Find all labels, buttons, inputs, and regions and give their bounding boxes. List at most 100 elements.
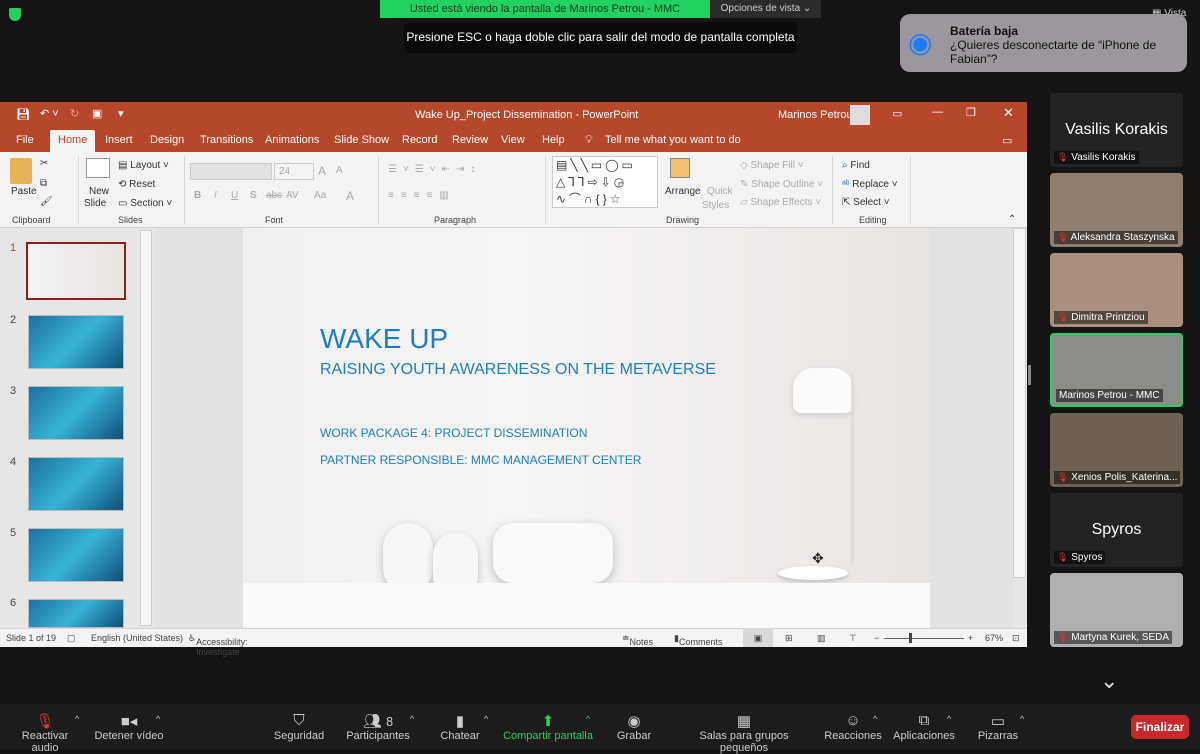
tab-file[interactable]: File	[16, 134, 34, 146]
participant-tile[interactable]: 🎙︎ Aleksandra Staszynska	[1050, 173, 1183, 247]
slide-thumbnail-4[interactable]	[28, 457, 124, 511]
restore-icon[interactable]: ❐	[966, 106, 976, 119]
accessibility-status[interactable]: ♿︎ Accessibility: Investigate	[188, 633, 248, 657]
reading-view-button[interactable]: ▥	[817, 633, 826, 644]
slide-title[interactable]: WAKE UP	[320, 323, 448, 355]
spell-check-icon[interactable]: ▢	[67, 633, 76, 644]
new-slide-icon[interactable]	[86, 158, 110, 178]
tab-slide-show[interactable]: Slide Show	[334, 134, 389, 146]
whiteboards-caret[interactable]: ^	[1020, 714, 1024, 724]
zoom-slider[interactable]	[884, 638, 964, 639]
slideshow-button[interactable]: ⊤	[849, 633, 857, 644]
arrange-button[interactable]: Arrange	[665, 186, 701, 197]
slide-sorter-button[interactable]: ⊞	[785, 633, 793, 644]
slide-thumbnail-1[interactable]	[26, 242, 126, 300]
tab-animations[interactable]: Animations	[265, 134, 319, 146]
minimize-icon[interactable]: —	[932, 106, 943, 118]
shape-outline-button[interactable]: ✎ Shape Outline ˅	[740, 179, 823, 190]
select-button[interactable]: ⇱ Select ˅	[842, 197, 890, 208]
strikethrough-icon[interactable]: abc	[266, 190, 282, 201]
layout-button[interactable]: ▤ Layout ˅	[118, 160, 169, 171]
security-button[interactable]: ⛉ Seguridad	[272, 712, 326, 742]
zoom-slider-thumb[interactable]	[909, 633, 912, 643]
italic-button[interactable]: I	[214, 190, 217, 201]
bold-button[interactable]: B	[194, 190, 201, 201]
quick-styles-button[interactable]: Quick	[707, 186, 733, 197]
tab-view[interactable]: View	[501, 134, 525, 146]
breakout-rooms-button[interactable]: ▦ Salas para grupos pequeños	[674, 712, 814, 754]
participant-tile[interactable]: 🎙︎ Martyna Kurek, SEDA	[1050, 573, 1183, 647]
font-size-input[interactable]: 24	[274, 163, 314, 180]
reset-button[interactable]: ⟲ Reset	[118, 179, 155, 190]
cut-icon[interactable]: ✂	[40, 158, 48, 169]
whiteboards-button[interactable]: ▭ Pizarras	[974, 712, 1022, 742]
shrink-font-button[interactable]: A	[336, 165, 343, 176]
apps-caret[interactable]: ^	[947, 714, 951, 724]
close-icon[interactable]: ✕	[1003, 105, 1014, 121]
tab-review[interactable]: Review	[452, 134, 488, 146]
participant-tile[interactable]: Vasilis Korakis 🎙︎ Vasilis Korakis	[1050, 93, 1183, 167]
record-button[interactable]: ◉ Grabar	[612, 712, 656, 742]
copy-icon[interactable]: ⧉	[40, 178, 47, 189]
stop-video-button[interactable]: ■◂ Detener vídeo	[94, 712, 164, 742]
tab-insert[interactable]: Insert	[105, 134, 133, 146]
paste-icon[interactable]	[10, 158, 32, 184]
participant-tile-active-speaker[interactable]: Marinos Petrou - MMC	[1050, 333, 1183, 407]
unmute-button[interactable]: 🎙︎ Reactivar audio	[8, 712, 82, 754]
audio-options-caret[interactable]: ^	[75, 714, 79, 724]
tell-me-search[interactable]: Tell me what you want to do	[605, 134, 741, 146]
user-name[interactable]: Marinos Petrou	[778, 109, 853, 121]
grow-font-button[interactable]: A	[318, 164, 326, 178]
align-buttons[interactable]: ≡≡≡≡▥	[388, 190, 456, 201]
participants-caret[interactable]: ^	[410, 714, 414, 724]
slide-scrollbar[interactable]	[1013, 228, 1026, 578]
reactions-caret[interactable]: ^	[873, 714, 877, 724]
slide-line-1[interactable]: WORK PACKAGE 4: PROJECT DISSEMINATION	[320, 426, 587, 440]
list-buttons[interactable]: ☰˅☰˅⇤⇥↕	[388, 164, 481, 175]
shapes-gallery[interactable]: ▤╲╲▭◯▭ △⅂⅂⇨⇩◶ ∿⌒∩{}☆	[552, 156, 658, 208]
replace-button[interactable]: ᵃᵇ Replace ˅	[842, 179, 898, 190]
tab-record[interactable]: Record	[402, 134, 437, 146]
format-painter-icon[interactable]: 🖌︎	[40, 196, 53, 207]
save-icon[interactable]: 💾︎	[16, 108, 30, 121]
participants-button[interactable]: 👥︎ 8 Participantes	[345, 712, 411, 742]
underline-button[interactable]: U	[231, 190, 238, 201]
language-status[interactable]: English (United States)	[91, 633, 183, 643]
comments-icon[interactable]: ▭	[1002, 134, 1012, 147]
avatar[interactable]	[850, 105, 870, 125]
new-slide-button[interactable]: New	[89, 186, 109, 197]
slide-subtitle[interactable]: RAISING YOUTH AWARENESS ON THE METAVERSE	[320, 361, 716, 379]
collapse-ribbon-icon[interactable]: ⌃	[1008, 214, 1016, 225]
battery-notification[interactable]: ◉ Batería baja ¿Quieres desconectarte de…	[900, 14, 1187, 72]
tab-help[interactable]: Help	[542, 134, 565, 146]
tab-transitions[interactable]: Transitions	[200, 134, 253, 146]
ribbon-display-icon[interactable]: ▭	[892, 107, 902, 120]
present-icon[interactable]: ▣	[92, 107, 102, 120]
section-button[interactable]: ▭ Section ˅	[118, 198, 172, 209]
font-name-input[interactable]	[190, 163, 272, 180]
change-case-button[interactable]: Aa	[314, 190, 326, 201]
undo-icon[interactable]: ↶ ˅	[40, 107, 59, 120]
fit-to-window-icon[interactable]: ⊡	[1012, 633, 1020, 644]
zoom-in-button[interactable]: +	[968, 633, 973, 643]
normal-view-button[interactable]: ▣	[743, 629, 773, 647]
view-options-button[interactable]: Opciones de vista ⌄	[711, 0, 821, 18]
end-meeting-button[interactable]: Finalizar	[1131, 715, 1189, 739]
share-caret[interactable]: ^	[586, 714, 590, 724]
arrange-icon[interactable]	[670, 158, 690, 178]
zoom-level[interactable]: 67%	[985, 633, 1003, 643]
slide-thumbnail-2[interactable]	[28, 315, 124, 369]
slide-thumbnail-5[interactable]	[28, 528, 124, 582]
comments-button[interactable]: ▮ Comments	[674, 633, 722, 647]
chat-caret[interactable]: ^	[484, 714, 488, 724]
shape-effects-button[interactable]: ▱ Shape Effects ˅	[740, 197, 821, 208]
participant-tile[interactable]: Spyros 🎙︎ Spyros	[1050, 493, 1183, 567]
tab-design[interactable]: Design	[150, 134, 184, 146]
paste-button[interactable]: Paste	[11, 186, 37, 197]
font-color-button[interactable]: A	[346, 189, 354, 203]
chat-button[interactable]: ▮ Chatear	[438, 712, 482, 742]
redo-icon[interactable]: ↻	[70, 107, 79, 120]
zoom-out-button[interactable]: −	[874, 633, 879, 643]
char-spacing-button[interactable]: AV	[286, 190, 299, 201]
participant-tile[interactable]: 🎙︎ Dimitra Printziou	[1050, 253, 1183, 327]
